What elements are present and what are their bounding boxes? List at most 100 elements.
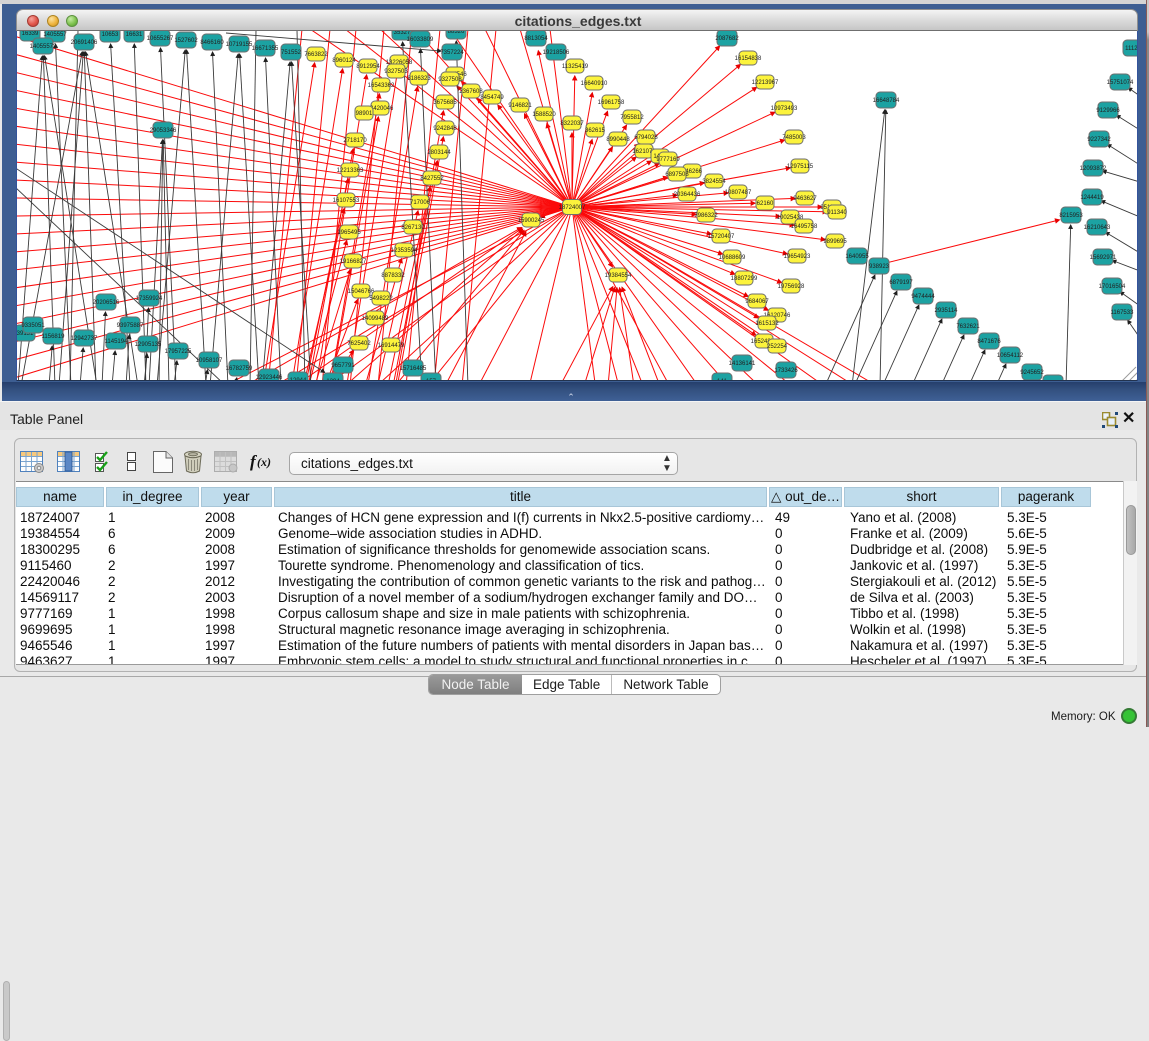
svg-text:8427552: 8427552: [420, 176, 444, 182]
svg-text:12905135: 12905135: [135, 342, 162, 348]
svg-text:1615132: 1615132: [755, 321, 779, 327]
svg-text:9327503: 9327503: [384, 69, 408, 75]
svg-text:10653: 10653: [102, 32, 119, 38]
svg-text:16033809: 16033809: [407, 37, 434, 43]
svg-text:15900245: 15900245: [518, 218, 545, 224]
svg-text:362615: 362615: [585, 128, 606, 134]
svg-text:9242848: 9242848: [433, 126, 457, 132]
svg-text:15720407: 15720407: [708, 234, 735, 240]
svg-text:16154838: 16154838: [735, 56, 762, 62]
svg-text:7632621: 7632621: [956, 324, 980, 330]
svg-text:10958107: 10958107: [196, 358, 223, 364]
svg-text:8990448: 8990448: [606, 137, 630, 143]
svg-text:9335051: 9335051: [21, 323, 45, 329]
svg-text:19384554: 19384554: [605, 273, 632, 279]
svg-text:98901: 98901: [356, 111, 373, 117]
svg-text:19166827: 19166827: [340, 259, 367, 265]
svg-text:14099489: 14099489: [362, 316, 389, 322]
svg-text:17359924: 17359924: [136, 296, 163, 302]
svg-text:252254: 252254: [767, 344, 788, 350]
svg-text:7955812: 7955812: [620, 115, 644, 121]
svg-text:1156819: 1156819: [42, 334, 66, 340]
svg-text:17957225: 17957225: [165, 349, 192, 355]
svg-text:11325419: 11325419: [562, 64, 589, 70]
svg-text:1145194: 1145194: [105, 339, 129, 345]
svg-text:12942737: 12942737: [71, 336, 98, 342]
svg-text:16543362: 16543362: [368, 83, 395, 89]
svg-text:16640910: 16640910: [581, 81, 608, 87]
svg-text:62160: 62160: [757, 201, 774, 207]
svg-text:7357224: 7357224: [440, 50, 464, 56]
svg-text:6897508: 6897508: [665, 172, 689, 178]
svg-text:717006: 717006: [410, 200, 431, 206]
svg-text:938923: 938923: [869, 264, 890, 270]
svg-text:18807299: 18807299: [731, 276, 758, 282]
svg-text:3675685: 3675685: [433, 100, 457, 106]
svg-text:1405557: 1405557: [43, 32, 67, 38]
svg-text:11125: 11125: [1125, 46, 1138, 52]
svg-text:157: 157: [426, 379, 437, 381]
svg-text:1733426: 1733426: [774, 368, 798, 374]
svg-text:1527602: 1527602: [174, 38, 198, 44]
svg-text:10807487: 10807487: [725, 190, 752, 196]
svg-text:(x): (x): [257, 455, 271, 469]
svg-text:12093872: 12093872: [1080, 166, 1107, 172]
svg-text:1965495: 1965495: [337, 230, 361, 236]
svg-text:29053346: 29053346: [150, 128, 177, 134]
svg-text:3824554: 3824554: [702, 179, 726, 185]
svg-text:9227342: 9227342: [1087, 137, 1111, 143]
svg-text:12944: 12944: [290, 378, 307, 381]
svg-text:7485003: 7485003: [782, 135, 806, 141]
svg-text:1588520: 1588520: [532, 112, 556, 118]
svg-text:1167533: 1167533: [1111, 310, 1135, 316]
svg-text:8471676: 8471676: [977, 339, 1001, 345]
svg-text:9899695: 9899695: [823, 239, 847, 245]
svg-text:20206516: 20206516: [93, 300, 120, 306]
svg-text:12975115: 12975115: [787, 164, 814, 170]
svg-text:10654112: 10654112: [997, 353, 1024, 359]
svg-text:9777169: 9777169: [656, 157, 680, 163]
svg-text:16961758: 16961758: [598, 100, 625, 106]
svg-text:2935114: 2935114: [935, 308, 959, 314]
svg-text:88326: 88326: [448, 31, 465, 35]
svg-text:16339: 16339: [22, 31, 39, 37]
svg-text:9657791: 9657791: [331, 363, 355, 369]
svg-text:911340: 911340: [827, 210, 847, 216]
svg-text:15692971: 15692971: [1090, 255, 1117, 261]
svg-text:9245652: 9245652: [1020, 370, 1044, 376]
svg-text:10655267: 10655267: [147, 36, 174, 42]
svg-text:8454749: 8454749: [480, 95, 504, 101]
svg-text:19218506: 19218506: [543, 50, 570, 56]
svg-text:12923446: 12923446: [256, 375, 283, 381]
svg-text:16648784: 16648784: [873, 98, 900, 104]
svg-text:14055572: 14055572: [30, 44, 57, 50]
svg-text:19654923: 19654923: [784, 254, 811, 260]
svg-text:1640955: 1640955: [845, 254, 869, 260]
svg-text:8813054: 8813054: [524, 36, 548, 42]
svg-text:8267130: 8267130: [401, 225, 425, 231]
svg-text:8186323: 8186323: [407, 76, 431, 82]
svg-text:20691406: 20691406: [71, 40, 98, 46]
svg-text:10719155: 10719155: [226, 42, 253, 48]
svg-text:1294: 1294: [326, 379, 340, 381]
svg-text:8322037: 8322037: [560, 121, 584, 127]
svg-text:2803144: 2803144: [427, 150, 451, 156]
svg-text:8878332: 8878332: [381, 273, 405, 279]
svg-text:9463627: 9463627: [793, 196, 817, 202]
svg-text:16631: 16631: [126, 32, 143, 38]
svg-text:8960124: 8960124: [332, 58, 356, 64]
svg-text:14136141: 14136141: [729, 361, 756, 367]
svg-text:8912954: 8912954: [356, 64, 380, 70]
svg-text:5498222: 5498222: [369, 296, 393, 302]
svg-text:8466160: 8466160: [200, 40, 224, 46]
svg-text:12213967: 12213967: [752, 80, 779, 86]
svg-text:7986322: 7986322: [694, 213, 718, 219]
svg-text:15751074: 15751074: [1107, 80, 1134, 86]
svg-text:16782759: 16782759: [226, 366, 253, 372]
svg-text:15716485: 15716485: [400, 366, 427, 372]
svg-text:10688609: 10688609: [719, 255, 746, 261]
svg-text:10973493: 10973493: [771, 106, 798, 112]
svg-text:9474444: 9474444: [911, 294, 935, 300]
svg-text:16495758: 16495758: [791, 224, 818, 230]
svg-text:9684067: 9684067: [745, 299, 769, 305]
